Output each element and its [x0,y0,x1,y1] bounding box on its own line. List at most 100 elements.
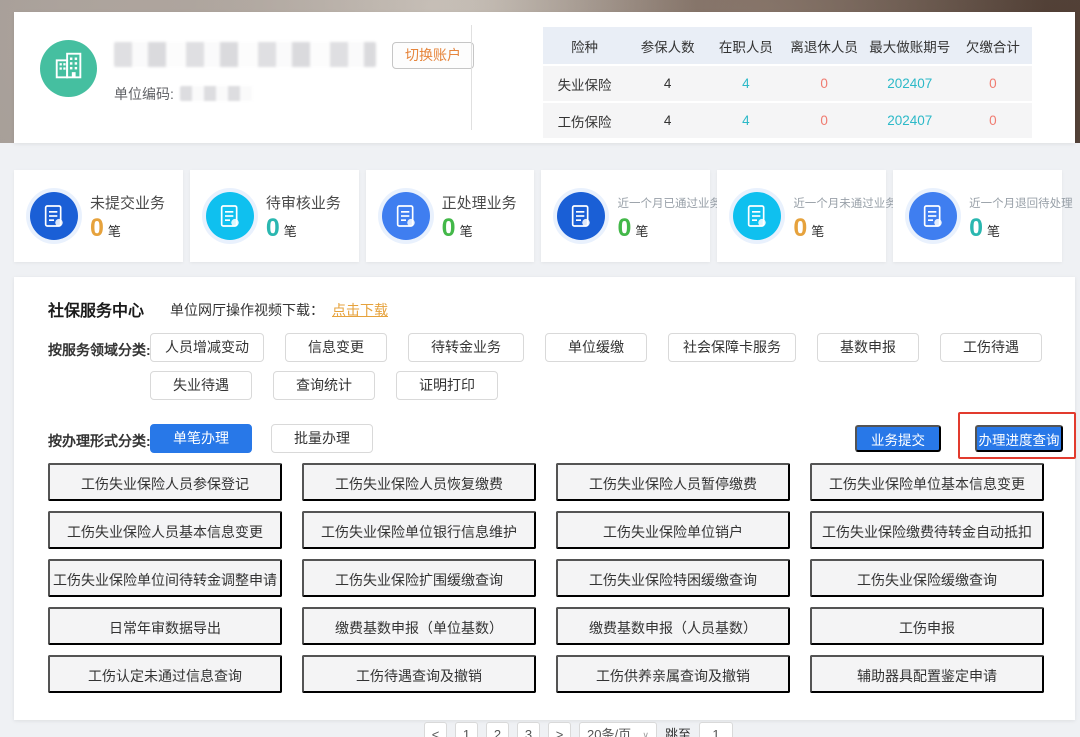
biz-button[interactable]: 工伤失业保险人员暂停缴费 [556,463,790,501]
cell-retired-count: 0 [783,113,866,128]
table-row: 失业保险 4 4 0 202407 0 [543,64,1032,101]
domain-button-injury-benefit[interactable]: 工伤待遇 [940,333,1042,362]
next-page-button[interactable]: > [548,722,571,737]
domain-button-transfer-fund[interactable]: 待转金业务 [408,333,524,362]
stat-value: 0 [266,214,280,242]
progress-query-button[interactable]: 办理进度查询 [975,425,1063,452]
business-submit-button[interactable]: 业务提交 [855,425,941,452]
domain-button-base-declare[interactable]: 基数申报 [817,333,919,362]
cell-insured-count: 4 [626,113,709,128]
insurance-summary-table: 险种 参保人数 在职人员 离退休人员 最大做账期号 欠缴合计 失业保险 4 4 … [543,27,1032,138]
pagination: < 1 2 3 > 20条/页 ∨ 跳至 1 [424,722,733,737]
biz-button[interactable]: 工伤失业保险人员参保登记 [48,463,282,501]
biz-button[interactable]: 辅助器具配置鉴定申请 [810,655,1044,693]
cell-max-period: 202407 [866,76,954,91]
col-header: 参保人数 [626,36,709,56]
biz-button[interactable]: 工伤认定未通过信息查询 [48,655,282,693]
unit-code-label: 单位编码: [114,86,174,102]
domain-filter-label: 按服务领域分类: [48,340,151,360]
stat-value: 0 [793,214,807,242]
domain-button-unemployment-benefit[interactable]: 失业待遇 [150,371,252,400]
jump-to-label: 跳至 [665,722,691,737]
stat-value: 0 [969,214,983,242]
col-header: 在职人员 [709,36,782,56]
form-button-single[interactable]: 单笔办理 [150,424,252,453]
cell-retired-count: 0 [783,76,866,91]
form-type-label: 按办理形式分类: [48,431,151,451]
stat-label: 正处理业务 [442,192,517,213]
form-type-buttons: 单笔办理 批量办理 [150,424,373,453]
page-size-value: 20条/页 [587,723,631,737]
stat-value: 0 [617,214,631,242]
chevron-down-icon: ∨ [642,723,649,737]
stat-unit: 笔 [987,224,1000,239]
video-download-label: 单位网厅操作视频下载： [170,300,324,320]
building-icon [52,49,86,88]
biz-button[interactable]: 工伤失业保险单位基本信息变更 [810,463,1044,501]
page-button-2[interactable]: 2 [486,722,509,737]
biz-button[interactable]: 工伤失业保险人员基本信息变更 [48,511,282,549]
document-icon [557,192,605,240]
account-summary-card: 切换账户 单位编码: 险种 参保人数 在职人员 离退休人员 最大做账期号 欠缴合… [14,12,1075,143]
switch-account-button[interactable]: 切换账户 [392,42,474,69]
biz-button[interactable]: 缴费基数申报（单位基数） [302,607,536,645]
company-avatar [40,40,97,97]
domain-button-social-card[interactable]: 社会保障卡服务 [668,333,796,362]
stat-label: 近一个月未通过业务 [793,195,897,211]
biz-button[interactable]: 工伤失业保险单位间待转金调整申请 [48,559,282,597]
form-button-batch[interactable]: 批量办理 [271,424,373,453]
domain-button-unit-deferral[interactable]: 单位缓缴 [545,333,647,362]
stat-unit: 笔 [108,224,121,239]
biz-button[interactable]: 日常年审数据导出 [48,607,282,645]
page-button-3[interactable]: 3 [517,722,540,737]
col-header: 离退休人员 [783,36,866,56]
stat-card-rejected-month[interactable]: 近一个月未通过业务 0笔 [717,170,886,262]
biz-button[interactable]: 工伤失业保险扩围缓缴查询 [302,559,536,597]
cell-active-count: 4 [709,113,782,128]
domain-button-info-change[interactable]: 信息变更 [285,333,387,362]
stat-unit: 笔 [460,224,473,239]
col-header: 最大做账期号 [866,36,954,56]
section-title: 社保服务中心 [48,297,144,321]
cell-insurance-type: 工伤保险 [543,111,626,131]
document-icon [30,192,78,240]
biz-button[interactable]: 工伤失业保险缓缴查询 [810,559,1044,597]
cell-arrears: 0 [954,76,1032,91]
prev-page-button[interactable]: < [424,722,447,737]
page-size-select[interactable]: 20条/页 ∨ [579,722,657,737]
biz-button[interactable]: 工伤失业保险缴费待转金自动抵扣 [810,511,1044,549]
biz-button[interactable]: 工伤失业保险人员恢复缴费 [302,463,536,501]
stat-card-unsubmitted[interactable]: 未提交业务 0笔 [14,170,183,262]
stat-label: 近一个月已通过业务 [617,195,721,211]
stat-unit: 笔 [635,224,648,239]
domain-button-personnel-change[interactable]: 人员增减变动 [150,333,264,362]
stat-card-processing[interactable]: 正处理业务 0笔 [366,170,535,262]
document-icon [206,192,254,240]
biz-button[interactable]: 工伤待遇查询及撤销 [302,655,536,693]
table-header-row: 险种 参保人数 在职人员 离退休人员 最大做账期号 欠缴合计 [543,27,1032,64]
domain-button-cert-print[interactable]: 证明打印 [396,371,498,400]
biz-button[interactable]: 工伤失业保险特困缓缴查询 [556,559,790,597]
video-download-link[interactable]: 点击下载 [332,300,388,320]
stat-label: 待审核业务 [266,192,341,213]
stat-unit: 笔 [284,224,297,239]
biz-button[interactable]: 工伤失业保险单位销户 [556,511,790,549]
biz-button[interactable]: 缴费基数申报（人员基数） [556,607,790,645]
stat-card-passed-month[interactable]: 近一个月已通过业务 0笔 [541,170,710,262]
biz-button[interactable]: 工伤申报 [810,607,1044,645]
stat-card-returned-month[interactable]: 近一个月退回待处理 0笔 [893,170,1062,262]
biz-button[interactable]: 工伤供养亲属查询及撤销 [556,655,790,693]
table-row: 工伤保险 4 4 0 202407 0 [543,101,1032,138]
page-button-1[interactable]: 1 [455,722,478,737]
biz-button[interactable]: 工伤失业保险单位银行信息维护 [302,511,536,549]
stat-card-pending-review[interactable]: 待审核业务 0笔 [190,170,359,262]
business-button-grid: 工伤失业保险人员参保登记 工伤失业保险人员恢复缴费 工伤失业保险人员暂停缴费 工… [48,463,1044,693]
jump-page-input[interactable]: 1 [699,722,733,737]
col-header: 欠缴合计 [954,36,1032,56]
stat-label: 近一个月退回待处理 [969,195,1073,211]
stat-label: 未提交业务 [90,192,165,213]
cell-arrears: 0 [954,113,1032,128]
domain-button-query-stats[interactable]: 查询统计 [273,371,375,400]
stat-unit: 笔 [811,224,824,239]
service-center-card: 社保服务中心 单位网厅操作视频下载： 点击下载 按服务领域分类: 人员增减变动 … [14,277,1075,720]
